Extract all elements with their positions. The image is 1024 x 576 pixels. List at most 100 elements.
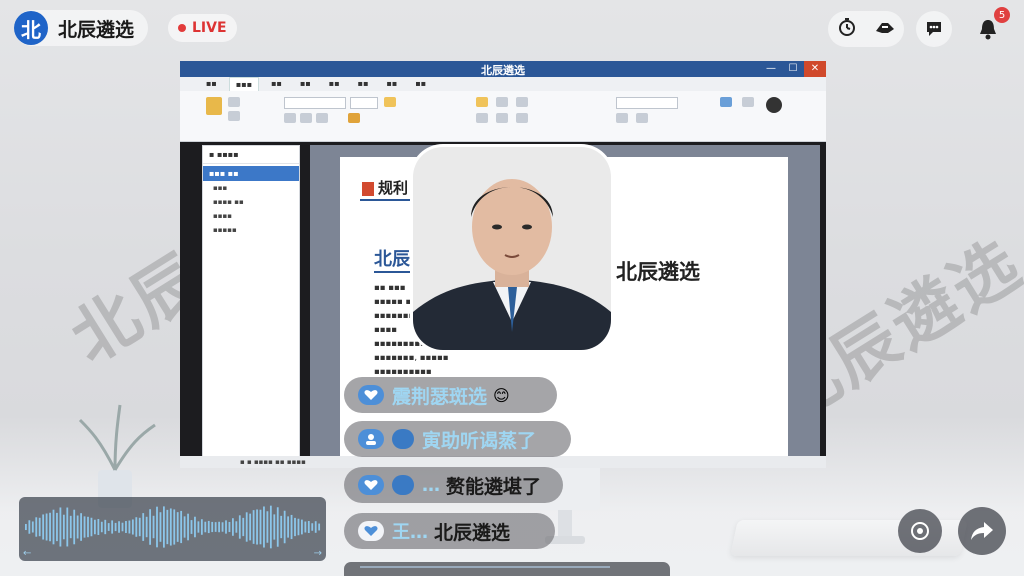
nav-item[interactable]: ▪▪▪▪ bbox=[203, 209, 299, 223]
chat-message-text: 赘能遴堪了 bbox=[446, 475, 542, 498]
align-left-icon[interactable] bbox=[476, 113, 488, 123]
style-icon[interactable] bbox=[616, 113, 628, 123]
waveform-bar bbox=[25, 523, 27, 531]
share-icon bbox=[971, 522, 993, 540]
waveform-bar bbox=[100, 521, 103, 533]
presenter-caption: 北辰遴选 bbox=[616, 260, 700, 284]
chat-message[interactable]: 王… 北辰遴选 bbox=[344, 513, 555, 549]
waveform-bar bbox=[38, 517, 41, 537]
waveform-bar bbox=[197, 521, 200, 533]
bold-icon[interactable] bbox=[284, 113, 296, 123]
waveform-bar bbox=[83, 516, 86, 538]
waveform-bar bbox=[104, 519, 107, 535]
ribbon-tab[interactable]: ▪▪ bbox=[409, 77, 432, 91]
chat-message[interactable]: 寅助听谒蒸了 bbox=[344, 421, 571, 457]
align-center-icon[interactable] bbox=[496, 113, 508, 123]
italic-icon[interactable] bbox=[300, 113, 312, 123]
progress-line bbox=[360, 566, 610, 568]
highlight-icon[interactable] bbox=[384, 97, 396, 107]
waveform-bar bbox=[125, 521, 127, 533]
waveform-bar bbox=[107, 523, 110, 531]
audio-waveform-panel: ← → bbox=[19, 497, 326, 561]
maximize-icon[interactable]: ☐ bbox=[782, 61, 804, 77]
waveform-bar bbox=[176, 512, 179, 542]
nav-item[interactable]: ▪▪▪▪ ▪▪ bbox=[203, 195, 299, 209]
channel-brand[interactable]: 北 北辰遴选 bbox=[14, 10, 149, 46]
waveform-bar bbox=[232, 518, 234, 536]
waveform-bar bbox=[218, 521, 220, 533]
copy-icon[interactable] bbox=[228, 111, 240, 121]
waveform-bar bbox=[294, 517, 296, 537]
notifications-button[interactable]: 5 bbox=[970, 7, 1010, 47]
waveform-bar bbox=[35, 517, 38, 537]
waveform-bar bbox=[245, 512, 248, 542]
handshake-icon[interactable] bbox=[874, 17, 896, 41]
underline-icon[interactable] bbox=[316, 113, 328, 123]
waveform-bar bbox=[80, 513, 82, 541]
minimize-icon[interactable]: — bbox=[760, 61, 782, 77]
camera-target-button[interactable] bbox=[898, 509, 942, 553]
indent-icon[interactable] bbox=[516, 97, 528, 107]
waveform-bar bbox=[159, 512, 162, 542]
waveform-bar bbox=[135, 517, 138, 537]
ribbon-tab[interactable]: ▪▪ bbox=[352, 77, 375, 91]
ribbon-tabs: ▪▪ ▪▪▪ ▪▪ ▪▪ ▪▪ ▪▪ ▪▪ ▪▪ bbox=[180, 77, 826, 91]
close-icon[interactable]: ✕ bbox=[804, 61, 826, 77]
waveform-bar bbox=[52, 509, 55, 545]
expand-left-icon[interactable]: ← bbox=[23, 548, 31, 559]
waveform-bar bbox=[235, 521, 238, 533]
numbering-icon[interactable] bbox=[496, 97, 508, 107]
find-icon[interactable] bbox=[720, 97, 732, 107]
chat-message-text: 北辰遴选 bbox=[434, 521, 511, 544]
waveform-bar bbox=[297, 518, 300, 536]
bullets-icon[interactable] bbox=[476, 97, 488, 107]
timer-icon[interactable] bbox=[837, 17, 857, 41]
cut-icon[interactable] bbox=[228, 97, 240, 107]
waveform-bar bbox=[152, 515, 155, 539]
waveform-bar bbox=[276, 507, 279, 547]
style-icon[interactable] bbox=[636, 113, 648, 123]
chat-message[interactable]: 震荆瑟斑选 😊 bbox=[344, 377, 557, 413]
waveform-bar bbox=[194, 516, 196, 538]
styles-gallery[interactable] bbox=[616, 97, 678, 109]
nav-item[interactable]: ▪▪▪▪▪ bbox=[203, 223, 299, 237]
waveform-bar bbox=[128, 520, 131, 534]
font-color-icon[interactable] bbox=[348, 113, 360, 123]
ribbon-tab[interactable]: ▪▪ bbox=[323, 77, 346, 91]
expand-right-icon[interactable]: → bbox=[314, 548, 322, 559]
chat-message-text: 寅助听谒蒸了 bbox=[422, 429, 537, 452]
document-heading-text: 规利 bbox=[378, 179, 409, 197]
waveform-bar bbox=[62, 514, 65, 540]
waveform-bar bbox=[163, 506, 165, 548]
nav-item[interactable]: ▪▪▪ bbox=[203, 181, 299, 195]
waveform-bar bbox=[204, 521, 207, 533]
waveform-bar bbox=[283, 510, 286, 544]
nav-item-selected[interactable]: ▪▪▪ ▪▪ bbox=[203, 166, 299, 181]
ribbon-tab[interactable]: ▪▪ bbox=[200, 77, 223, 91]
hand-icon bbox=[392, 429, 414, 449]
chat-message[interactable]: … 赘能遴堪了 bbox=[344, 467, 563, 503]
font-name-select[interactable] bbox=[284, 97, 346, 109]
waveform-bar bbox=[249, 513, 252, 541]
waveform-bar bbox=[228, 521, 231, 533]
ribbon-tab[interactable]: ▪▪ bbox=[294, 77, 317, 91]
waveform-bar bbox=[156, 506, 158, 548]
chat-button[interactable] bbox=[916, 11, 952, 47]
waveform-bar bbox=[273, 514, 276, 540]
ribbon-tab-active[interactable]: ▪▪▪ bbox=[228, 77, 260, 91]
waveform-bar bbox=[166, 509, 169, 545]
ribbon-tab[interactable]: ▪▪ bbox=[380, 77, 403, 91]
waveform-bar bbox=[111, 520, 114, 534]
font-size-select[interactable] bbox=[350, 97, 378, 109]
align-right-icon[interactable] bbox=[516, 113, 528, 123]
waveform-bar bbox=[287, 516, 289, 538]
share-button[interactable] bbox=[958, 507, 1006, 555]
select-icon[interactable] bbox=[766, 97, 782, 113]
waveform-bar bbox=[225, 520, 227, 534]
ribbon-tab[interactable]: ▪▪ bbox=[265, 77, 288, 91]
heading-logo-icon bbox=[362, 181, 374, 196]
chat-author: … bbox=[422, 474, 440, 496]
replace-icon[interactable] bbox=[742, 97, 754, 107]
waveform-bar bbox=[118, 521, 120, 533]
paste-icon[interactable] bbox=[206, 97, 222, 115]
